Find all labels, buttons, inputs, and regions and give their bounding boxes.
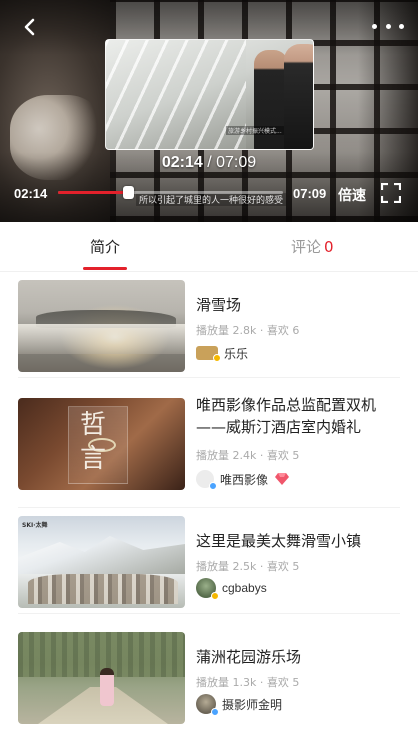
progress-fill (58, 191, 129, 194)
chevron-left-icon (24, 18, 35, 36)
current-time: 02:14 (14, 186, 48, 201)
preview-person (284, 44, 313, 149)
more-button[interactable] (372, 16, 404, 36)
seek-current-time: 02:14 (161, 154, 203, 171)
tab-comments-label: 评论 (291, 238, 322, 256)
list-item[interactable]: 滑雪场 播放量 2.8k · 喜欢 6 乐乐 (18, 272, 400, 378)
total-time: 07:09 (293, 186, 327, 201)
list-item[interactable]: 哲言 唯西影像作品总监配置双机——威斯汀酒店室内婚礼 播放量 2.4k · 喜欢… (18, 390, 400, 508)
verified-badge-icon (209, 482, 217, 490)
more-dots-icon (372, 23, 377, 29)
author-name: 唯西影像 (220, 472, 269, 487)
verified-badge-icon (211, 708, 219, 716)
avatar (196, 694, 219, 716)
seek-total-time: 07:09 (216, 154, 257, 171)
video-title[interactable]: 这里是最美太舞滑雪小镇 (196, 530, 396, 552)
active-tab-indicator (83, 267, 127, 270)
playback-speed-button[interactable]: 倍速 (338, 185, 366, 205)
video-thumbnail[interactable]: 哲言 (18, 398, 185, 490)
author[interactable]: 唯西影像 (196, 469, 290, 490)
diamond-icon (275, 473, 290, 485)
progress-bar[interactable] (58, 186, 283, 199)
author-name: 乐乐 (224, 346, 249, 361)
video-title[interactable]: 唯西影像作品总监配置双机——威斯汀酒店室内婚礼 (196, 394, 396, 438)
avatar (196, 470, 217, 490)
player-controls: 02:14 07:09 倍速 (0, 182, 418, 206)
avatar (196, 346, 221, 362)
author-name: cgbabys (222, 581, 267, 595)
seek-time-indicator: 02:14 / 07:09 (0, 154, 418, 172)
preview-person (254, 50, 288, 149)
video-thumbnail[interactable] (18, 632, 185, 724)
avatar (196, 578, 219, 600)
tab-comments[interactable]: 评论 0 (291, 236, 334, 257)
author[interactable]: cgbabys (196, 578, 267, 600)
detail-tabs: 简介 评论 0 (0, 222, 418, 272)
video-title[interactable]: 滑雪场 (196, 294, 396, 316)
preview-caption: 旅游乡村振兴模式... (226, 126, 284, 135)
author[interactable]: 乐乐 (196, 343, 248, 363)
video-stats: 播放量 2.4k · 喜欢 5 (196, 449, 300, 462)
tab-intro[interactable]: 简介 (90, 236, 120, 257)
video-thumbnail[interactable]: SKI·太舞 (18, 516, 185, 608)
back-button[interactable] (16, 14, 42, 40)
video-thumbnail[interactable] (18, 280, 185, 372)
list-item[interactable]: 蒲洲花园游乐场 播放量 1.3k · 喜欢 5 摄影师金明 (18, 624, 400, 741)
video-stats: 播放量 2.8k · 喜欢 6 (196, 324, 300, 337)
seek-time-separator: / (202, 154, 217, 171)
fullscreen-icon (380, 182, 402, 204)
comment-count: 0 (324, 238, 334, 256)
seek-preview-thumbnail: 旅游乡村振兴模式... (105, 39, 314, 150)
verified-badge-icon (213, 354, 221, 362)
video-stats: 播放量 1.3k · 喜欢 5 (196, 676, 300, 689)
author[interactable]: 摄影师金明 (196, 694, 283, 716)
video-player[interactable]: 旅游乡村振兴模式... 02:14 / 07:09 所以引起了城里的人一种很好的… (0, 0, 418, 222)
author-name: 摄影师金明 (222, 697, 283, 712)
video-stats: 播放量 2.5k · 喜欢 5 (196, 560, 300, 573)
video-title[interactable]: 蒲洲花园游乐场 (196, 646, 396, 668)
fullscreen-button[interactable] (380, 182, 402, 204)
progress-thumb[interactable] (123, 186, 135, 199)
verified-badge-icon (211, 592, 219, 600)
list-item[interactable]: SKI·太舞 这里是最美太舞滑雪小镇 播放量 2.5k · 喜欢 5 cgbab… (18, 508, 400, 614)
